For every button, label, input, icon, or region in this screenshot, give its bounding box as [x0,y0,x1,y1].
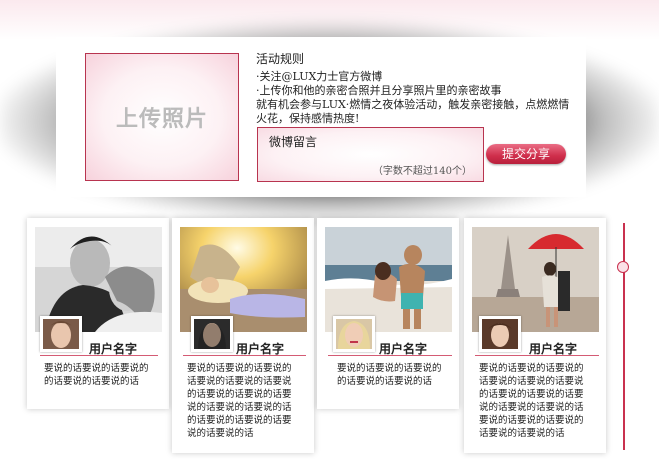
user-avatar [333,316,375,352]
user-avatar [479,316,521,352]
submit-share-button[interactable]: 提交分享 [486,144,566,164]
comment-placeholder: 微博留言 [269,135,318,149]
weibo-comment-input[interactable]: 微博留言 （字数不超过140个） [257,127,484,182]
rules-title: 活动规则 [256,52,305,66]
upload-photo-button[interactable]: 上传照片 [85,53,239,181]
card-divider [475,355,599,356]
card-divider [328,355,452,356]
rules-line: 火花，保持感情热度! [256,112,360,125]
upload-panel: 上传照片 活动规则 ·关注@LUX力士官方微博 ·上传你和他的亲密合照并且分享照… [56,37,586,197]
user-comment: 要说的话要说的话要说的 的话要说的话要说的话 [337,363,442,387]
share-card[interactable]: 用户名字 要说的话要说的话要说的 话要说的话要说的话要说 的话要说的话要说的话要… [172,218,314,453]
timeline-track[interactable] [623,223,625,450]
user-comment: 要说的话要说的话要说的 的话要说的话要说的话 [44,363,149,387]
user-comment: 要说的话要说的话要说的 话要说的话要说的话要说 的话要说的话要说的话要 说的话要… [479,363,584,439]
user-comment: 要说的话要说的话要说的 话要说的话要说的话要说 的话要说的话要说的话要 说的话要… [187,363,292,439]
card-divider [40,355,158,356]
timeline-handle[interactable] [617,261,629,273]
comment-char-limit: （字数不超过140个） [372,166,472,177]
share-card[interactable]: 用户名字 要说的话要说的话要说的 的话要说的话要说的话 [317,218,459,409]
user-avatar [40,316,82,352]
upload-photo-label: 上传照片 [115,107,208,132]
share-card[interactable]: 用户名字 要说的话要说的话要说的 的话要说的话要说的话 [27,218,169,409]
user-avatar [191,316,233,352]
share-card[interactable]: 用户名字 要说的话要说的话要说的 话要说的话要说的话要说 的话要说的话要说的话要… [464,218,606,453]
card-divider [183,355,306,356]
